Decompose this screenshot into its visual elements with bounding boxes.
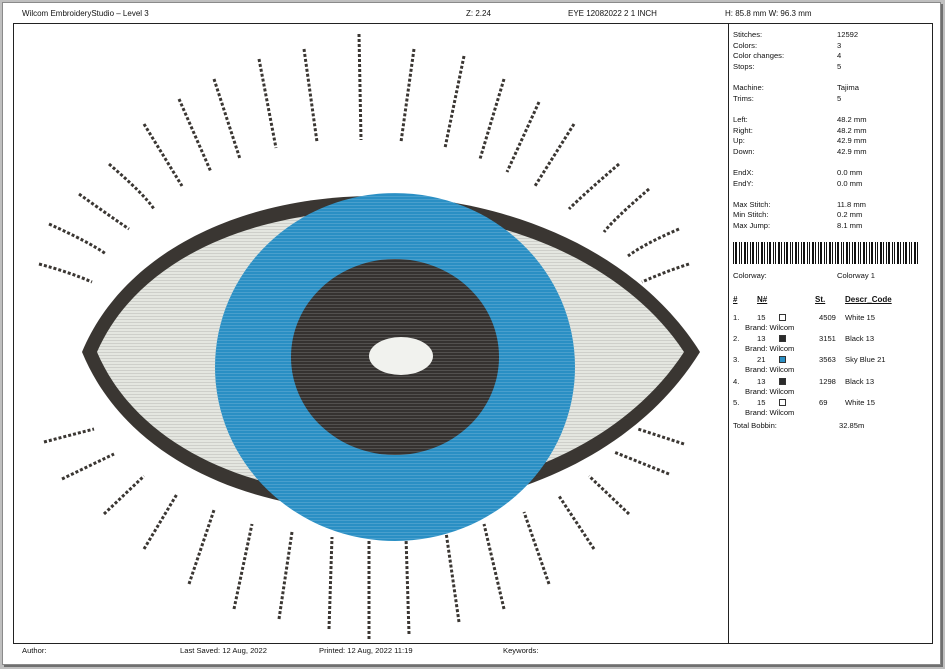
endx-label: EndX:	[733, 168, 754, 177]
min-stitch-value: 0.2 mm	[837, 210, 863, 219]
max-stitch-value: 11.8 mm	[837, 200, 866, 209]
colorway-row-brand: Brand: Wilcom	[745, 344, 795, 354]
colorway-row-stitches: 3563	[819, 355, 836, 365]
last-saved: Last Saved: 12 Aug, 2022	[180, 646, 267, 655]
max-stitch-label: Max Stitch:	[733, 200, 771, 209]
colorway-value: Colorway 1	[837, 271, 875, 280]
barcode-image	[733, 242, 918, 264]
colorway-row-index: 4.	[733, 376, 740, 386]
printed-date: Printed: 12 Aug, 2022 11:19	[319, 646, 413, 655]
trims-value: 5	[837, 94, 842, 103]
colorway-row-index: 3.	[733, 355, 740, 365]
colorway-row-stitches: 4509	[819, 313, 836, 322]
app-title: Wilcom EmbroideryStudio – Level 3	[22, 9, 149, 18]
colorway-row-index: 5.	[733, 397, 740, 407]
colorway-row-brand: Brand: Wilcom	[745, 386, 795, 396]
colorway-row-description: Sky Blue 21	[845, 355, 886, 365]
col-header-index: #	[733, 295, 738, 304]
design-size: H: 85.8 mm W: 96.3 mm	[725, 9, 812, 18]
colorway-row-needle: 21	[757, 355, 766, 365]
down-value: 42.9 mm	[837, 147, 867, 156]
color-changes-value: 4	[837, 51, 842, 60]
design-info-panel: Stitches: 12592 Colors: 3 Color changes:…	[729, 24, 932, 643]
stitches-label: Stitches:	[733, 30, 763, 39]
colorway-row-stitches: 1298	[819, 376, 836, 386]
col-header-description: Descr_Code	[845, 295, 892, 304]
color-changes-label: Color changes:	[733, 51, 785, 60]
colors-label: Colors:	[733, 41, 758, 50]
max-jump-value: 8.1 mm	[837, 221, 863, 230]
endy-label: EndY:	[733, 179, 754, 188]
machine-value: Tajima	[837, 83, 859, 92]
color-swatch	[779, 314, 786, 321]
left-value: 48.2 mm	[837, 115, 867, 124]
endx-value: 0.0 mm	[837, 168, 863, 177]
endy-value: 0.0 mm	[837, 179, 863, 188]
footer-bar: Author: Last Saved: 12 Aug, 2022 Printed…	[3, 644, 940, 662]
colorway-row-description: White 15	[845, 313, 875, 322]
colorway-row-description: Black 13	[845, 334, 875, 344]
color-swatch	[779, 377, 786, 385]
col-header-needle: N#	[757, 295, 768, 304]
stops-value: 5	[837, 62, 842, 71]
colorway-row-brand: Brand: Wilcom	[745, 365, 795, 375]
design-preview	[14, 24, 729, 643]
colorway-row-brand: Brand: Wilcom	[745, 407, 795, 417]
col-header-stitches: St.	[815, 295, 826, 304]
design-name: EYE 12082022 2 1 INCH	[568, 9, 657, 18]
color-swatch	[779, 356, 786, 364]
down-label: Down:	[733, 147, 755, 156]
keywords-label: Keywords:	[503, 646, 539, 655]
colors-value: 3	[837, 41, 842, 50]
min-stitch-label: Min Stitch:	[733, 210, 769, 219]
colorway-row-stitches: 3151	[819, 334, 836, 344]
right-label: Right:	[733, 126, 753, 135]
machine-label: Machine:	[733, 83, 764, 92]
colorway-row-description: Black 13	[845, 376, 875, 386]
header-bar: Wilcom EmbroideryStudio – Level 3 Z: 2.2…	[3, 3, 940, 23]
right-value: 48.2 mm	[837, 126, 867, 135]
left-label: Left:	[733, 115, 748, 124]
total-bobbin-label: Total Bobbin:	[733, 421, 777, 430]
total-bobbin-value: 32.85m	[839, 421, 865, 430]
max-jump-label: Max Jump:	[733, 221, 771, 230]
colorway-row-needle: 15	[757, 313, 766, 322]
colorway-label: Colorway:	[733, 271, 767, 280]
up-value: 42.9 mm	[837, 136, 867, 145]
color-swatch	[779, 335, 786, 343]
author-label: Author:	[22, 646, 47, 655]
trims-label: Trims:	[733, 94, 754, 103]
zoom-level: Z: 2.24	[466, 9, 491, 18]
colorway-row-index: 1.	[733, 313, 740, 322]
colorway-row-needle: 13	[757, 376, 766, 386]
colorway-row-index: 2.	[733, 334, 740, 344]
colorway-row-brand: Brand: Wilcom	[745, 323, 795, 332]
color-swatch	[779, 398, 786, 406]
colorway-row-description: White 15	[845, 397, 875, 407]
stitches-value: 12592	[837, 30, 859, 39]
up-label: Up:	[733, 136, 745, 145]
eye-embroidery-image	[38, 33, 700, 639]
colorway-row-needle: 15	[757, 397, 766, 407]
print-preview-sheet: Wilcom EmbroideryStudio – Level 3 Z: 2.2…	[2, 2, 941, 665]
preview-frame: Stitches: 12592 Colors: 3 Color changes:…	[13, 23, 933, 644]
colorway-row-needle: 13	[757, 334, 766, 344]
stops-label: Stops:	[733, 62, 755, 71]
colorway-row-stitches: 69	[819, 397, 828, 407]
